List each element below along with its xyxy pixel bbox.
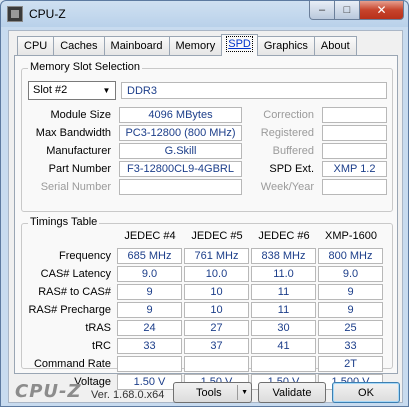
cas-latency-cell: 10.0 bbox=[184, 266, 249, 282]
cas-latency-cell: 9.0 bbox=[318, 266, 383, 282]
command-rate-label: Command Rate bbox=[33, 358, 111, 370]
command-rate-cell: 2T bbox=[318, 356, 383, 372]
validate-button[interactable]: Validate bbox=[258, 382, 326, 403]
timings-group-title: Timings Table bbox=[28, 216, 100, 228]
tab-mainboard[interactable]: Mainboard bbox=[103, 36, 170, 56]
tools-button[interactable]: Tools ▼ bbox=[173, 382, 252, 403]
ras-precharge-cell: 9 bbox=[117, 302, 182, 318]
module-size-label: Module Size bbox=[50, 109, 111, 121]
part-number-value: F3-12800CL9-4GBRL bbox=[119, 161, 242, 177]
title-bar[interactable]: CPU-Z – □ ✕ bbox=[1, 1, 408, 27]
spd-ext-label: SPD Ext. bbox=[269, 163, 314, 175]
col-xmp1600: XMP-1600 bbox=[325, 230, 377, 242]
cas-latency-label: CAS# Latency bbox=[40, 268, 111, 280]
frequency-cell: 761 MHz bbox=[184, 248, 249, 264]
manufacturer-label: Manufacturer bbox=[46, 145, 111, 157]
memory-type-value: DDR3 bbox=[121, 82, 387, 99]
max-bandwidth-value: PC3-12800 (800 MHz) bbox=[119, 125, 242, 141]
maximize-button[interactable]: □ bbox=[334, 1, 360, 20]
close-button[interactable]: ✕ bbox=[359, 1, 404, 20]
minimize-button[interactable]: – bbox=[309, 1, 335, 20]
week-year-value bbox=[322, 179, 387, 195]
memory-slot-group: Memory Slot Selection Slot #2 ▼ DDR3 Mod… bbox=[21, 61, 393, 212]
tools-separator bbox=[237, 385, 238, 400]
spd-ext-value: XMP 1.2 bbox=[322, 161, 387, 177]
manufacturer-value: G.Skill bbox=[119, 143, 242, 159]
cas-latency-cell: 11.0 bbox=[251, 266, 316, 282]
tab-strip: CPU Caches Mainboard Memory SPD Graphics… bbox=[17, 34, 357, 56]
chevron-down-icon: ▼ bbox=[102, 86, 111, 95]
frequency-label: Frequency bbox=[59, 250, 111, 262]
serial-number-value bbox=[119, 179, 242, 195]
slot-select-value: Slot #2 bbox=[33, 84, 68, 96]
trc-cell: 41 bbox=[251, 338, 316, 354]
ras-to-cas-cell: 9 bbox=[318, 284, 383, 300]
tab-graphics[interactable]: Graphics bbox=[256, 36, 315, 56]
week-year-label: Week/Year bbox=[260, 181, 314, 193]
tras-cell: 30 bbox=[251, 320, 316, 336]
ras-precharge-cell: 10 bbox=[184, 302, 249, 318]
correction-value bbox=[322, 107, 387, 123]
ras-to-cas-cell: 11 bbox=[251, 284, 316, 300]
tools-label: Tools bbox=[196, 387, 222, 399]
col-jedec5: JEDEC #5 bbox=[191, 230, 243, 242]
buffered-label: Buffered bbox=[272, 145, 314, 157]
buffered-value bbox=[322, 143, 387, 159]
max-bandwidth-label: Max Bandwidth bbox=[35, 127, 111, 139]
tab-cpu[interactable]: CPU bbox=[17, 36, 55, 56]
col-jedec6: JEDEC #6 bbox=[258, 230, 310, 242]
ras-to-cas-label: RAS# to CAS# bbox=[38, 286, 111, 298]
tab-caches[interactable]: Caches bbox=[53, 36, 105, 56]
trc-label: tRC bbox=[92, 340, 111, 352]
frequency-cell: 800 MHz bbox=[318, 248, 383, 264]
cas-latency-cell: 9.0 bbox=[117, 266, 182, 282]
registered-value bbox=[322, 125, 387, 141]
tab-memory[interactable]: Memory bbox=[168, 36, 223, 56]
trc-cell: 33 bbox=[318, 338, 383, 354]
module-size-value: 4096 MBytes bbox=[119, 107, 242, 123]
registered-label: Registered bbox=[260, 127, 314, 139]
version-label: Ver. 1.68.0.x64 bbox=[91, 389, 165, 401]
ras-to-cas-cell: 10 bbox=[184, 284, 249, 300]
command-rate-cell bbox=[117, 356, 182, 372]
correction-label: Correction bbox=[263, 109, 314, 121]
tab-spd[interactable]: SPD bbox=[221, 34, 258, 56]
command-rate-cell bbox=[184, 356, 249, 372]
tab-about[interactable]: About bbox=[313, 36, 357, 56]
tras-cell: 25 bbox=[318, 320, 383, 336]
memory-slot-group-title: Memory Slot Selection bbox=[28, 61, 143, 73]
col-jedec4: JEDEC #4 bbox=[124, 230, 176, 242]
timings-group: Timings Table JEDEC #4 JEDEC #5 JEDEC #6… bbox=[21, 216, 393, 390]
spd-panel: Memory Slot Selection Slot #2 ▼ DDR3 Mod… bbox=[14, 55, 398, 390]
trc-cell: 37 bbox=[184, 338, 249, 354]
cpuz-logo: CPU-Z bbox=[15, 381, 82, 402]
chevron-down-icon[interactable]: ▼ bbox=[241, 389, 248, 396]
frequency-cell: 838 MHz bbox=[251, 248, 316, 264]
serial-number-label: Serial Number bbox=[40, 181, 111, 193]
ras-precharge-cell: 9 bbox=[318, 302, 383, 318]
part-number-label: Part Number bbox=[48, 163, 111, 175]
command-rate-cell bbox=[251, 356, 316, 372]
cpuz-app-icon bbox=[7, 6, 23, 22]
tras-cell: 27 bbox=[184, 320, 249, 336]
ras-precharge-label: RAS# Precharge bbox=[28, 304, 111, 316]
cpuz-window: CPU-Z – □ ✕ CPU Caches Mainboard Memory … bbox=[0, 0, 409, 407]
ras-precharge-cell: 11 bbox=[251, 302, 316, 318]
ok-button[interactable]: OK bbox=[332, 382, 400, 403]
frequency-cell: 685 MHz bbox=[117, 248, 182, 264]
tras-label: tRAS bbox=[85, 322, 111, 334]
slot-select[interactable]: Slot #2 ▼ bbox=[28, 81, 116, 100]
tras-cell: 24 bbox=[117, 320, 182, 336]
window-title: CPU-Z bbox=[29, 7, 66, 21]
ras-to-cas-cell: 9 bbox=[117, 284, 182, 300]
client-area: CPU Caches Mainboard Memory SPD Graphics… bbox=[8, 30, 403, 403]
trc-cell: 33 bbox=[117, 338, 182, 354]
